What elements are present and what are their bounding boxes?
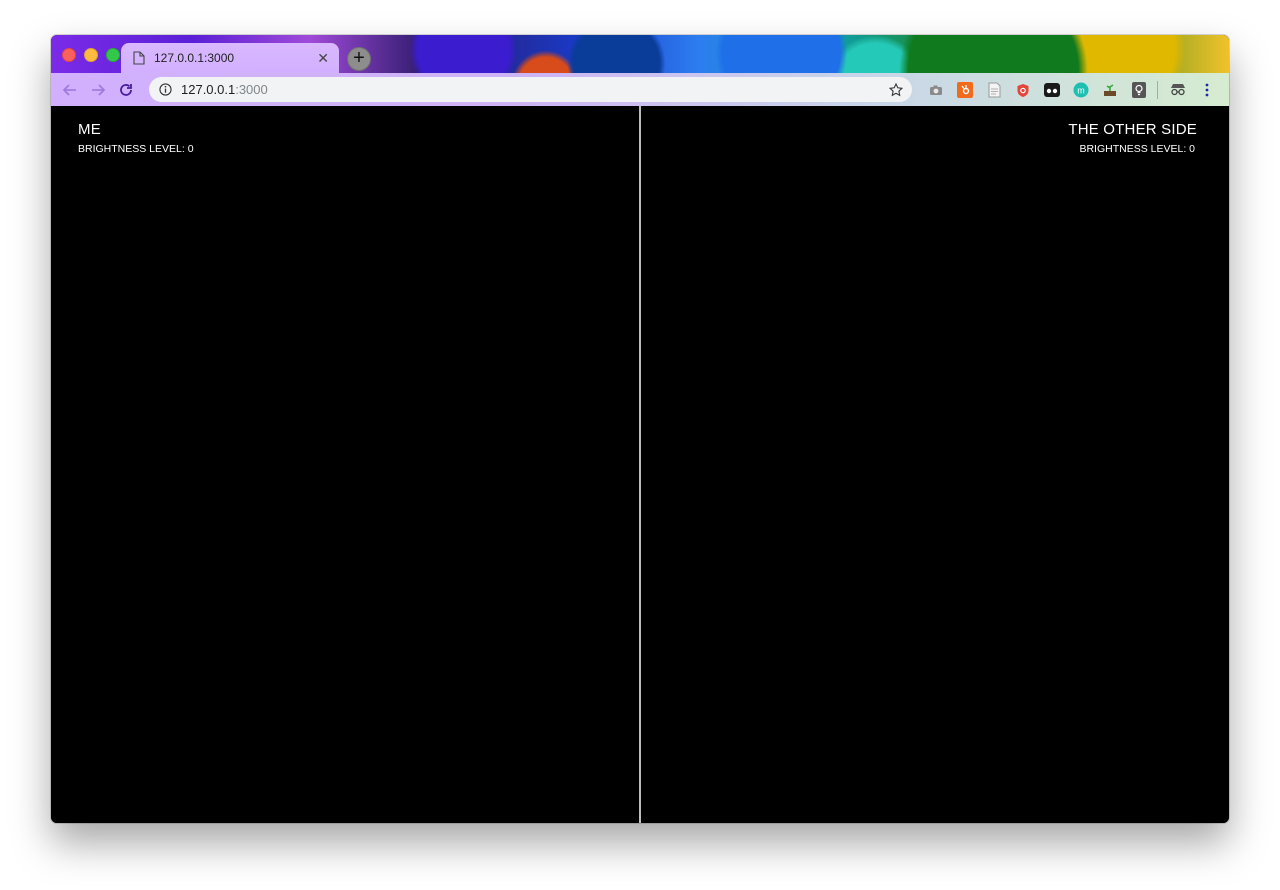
maximize-window-button[interactable] xyxy=(106,48,120,62)
shield-icon[interactable] xyxy=(1012,79,1034,101)
browser-tab[interactable]: 127.0.0.1:3000 ✕ xyxy=(121,43,339,73)
url-host: 127.0.0.1 xyxy=(181,82,236,97)
hubspot-icon[interactable] xyxy=(954,79,976,101)
bulb-icon[interactable] xyxy=(1128,79,1150,101)
eyes-icon[interactable] xyxy=(1041,79,1063,101)
window-controls xyxy=(62,48,120,62)
back-arrow-icon[interactable] xyxy=(59,79,81,101)
page-icon[interactable] xyxy=(983,79,1005,101)
extensions-divider xyxy=(1157,81,1158,99)
minimize-window-button[interactable] xyxy=(84,48,98,62)
left-pane-title: ME xyxy=(78,121,101,138)
page-viewport: ME BRIGHTNESS LEVEL: 0 THE OTHER SIDE BR… xyxy=(51,106,1229,823)
svg-text:m: m xyxy=(1077,85,1085,95)
spy-icon[interactable] xyxy=(1167,79,1189,101)
plus-icon[interactable]: + xyxy=(347,47,371,71)
url-port: :3000 xyxy=(235,82,268,97)
browser-chrome: 127.0.0.1:3000 ✕ + 127.0.0.1:3000 m xyxy=(51,35,1229,106)
forward-arrow-icon[interactable] xyxy=(87,79,109,101)
address-bar[interactable]: 127.0.0.1:3000 xyxy=(149,77,912,102)
close-window-button[interactable] xyxy=(62,48,76,62)
document-icon xyxy=(133,51,145,65)
right-brightness-level: BRIGHTNESS LEVEL: 0 xyxy=(1079,143,1195,155)
star-icon[interactable] xyxy=(889,82,903,97)
browser-toolbar: 127.0.0.1:3000 m xyxy=(51,73,1229,106)
m-icon[interactable]: m xyxy=(1070,79,1092,101)
close-icon[interactable]: ✕ xyxy=(317,51,329,65)
camera-icon[interactable] xyxy=(925,79,947,101)
reload-icon[interactable] xyxy=(115,79,137,101)
url-text[interactable]: 127.0.0.1:3000 xyxy=(181,82,889,97)
right-pane: THE OTHER SIDE BRIGHTNESS LEVEL: 0 xyxy=(641,106,1229,823)
browser-window: 127.0.0.1:3000 ✕ + 127.0.0.1:3000 m ME B… xyxy=(51,35,1229,823)
extensions-row: m xyxy=(925,79,1218,101)
left-pane: ME BRIGHTNESS LEVEL: 0 xyxy=(51,106,639,823)
right-pane-title: THE OTHER SIDE xyxy=(1068,121,1197,138)
plant-icon[interactable] xyxy=(1099,79,1121,101)
left-brightness-level: BRIGHTNESS LEVEL: 0 xyxy=(78,143,194,155)
tab-title: 127.0.0.1:3000 xyxy=(154,51,235,65)
info-icon[interactable] xyxy=(159,83,172,96)
kebab-menu-icon[interactable] xyxy=(1196,79,1218,101)
